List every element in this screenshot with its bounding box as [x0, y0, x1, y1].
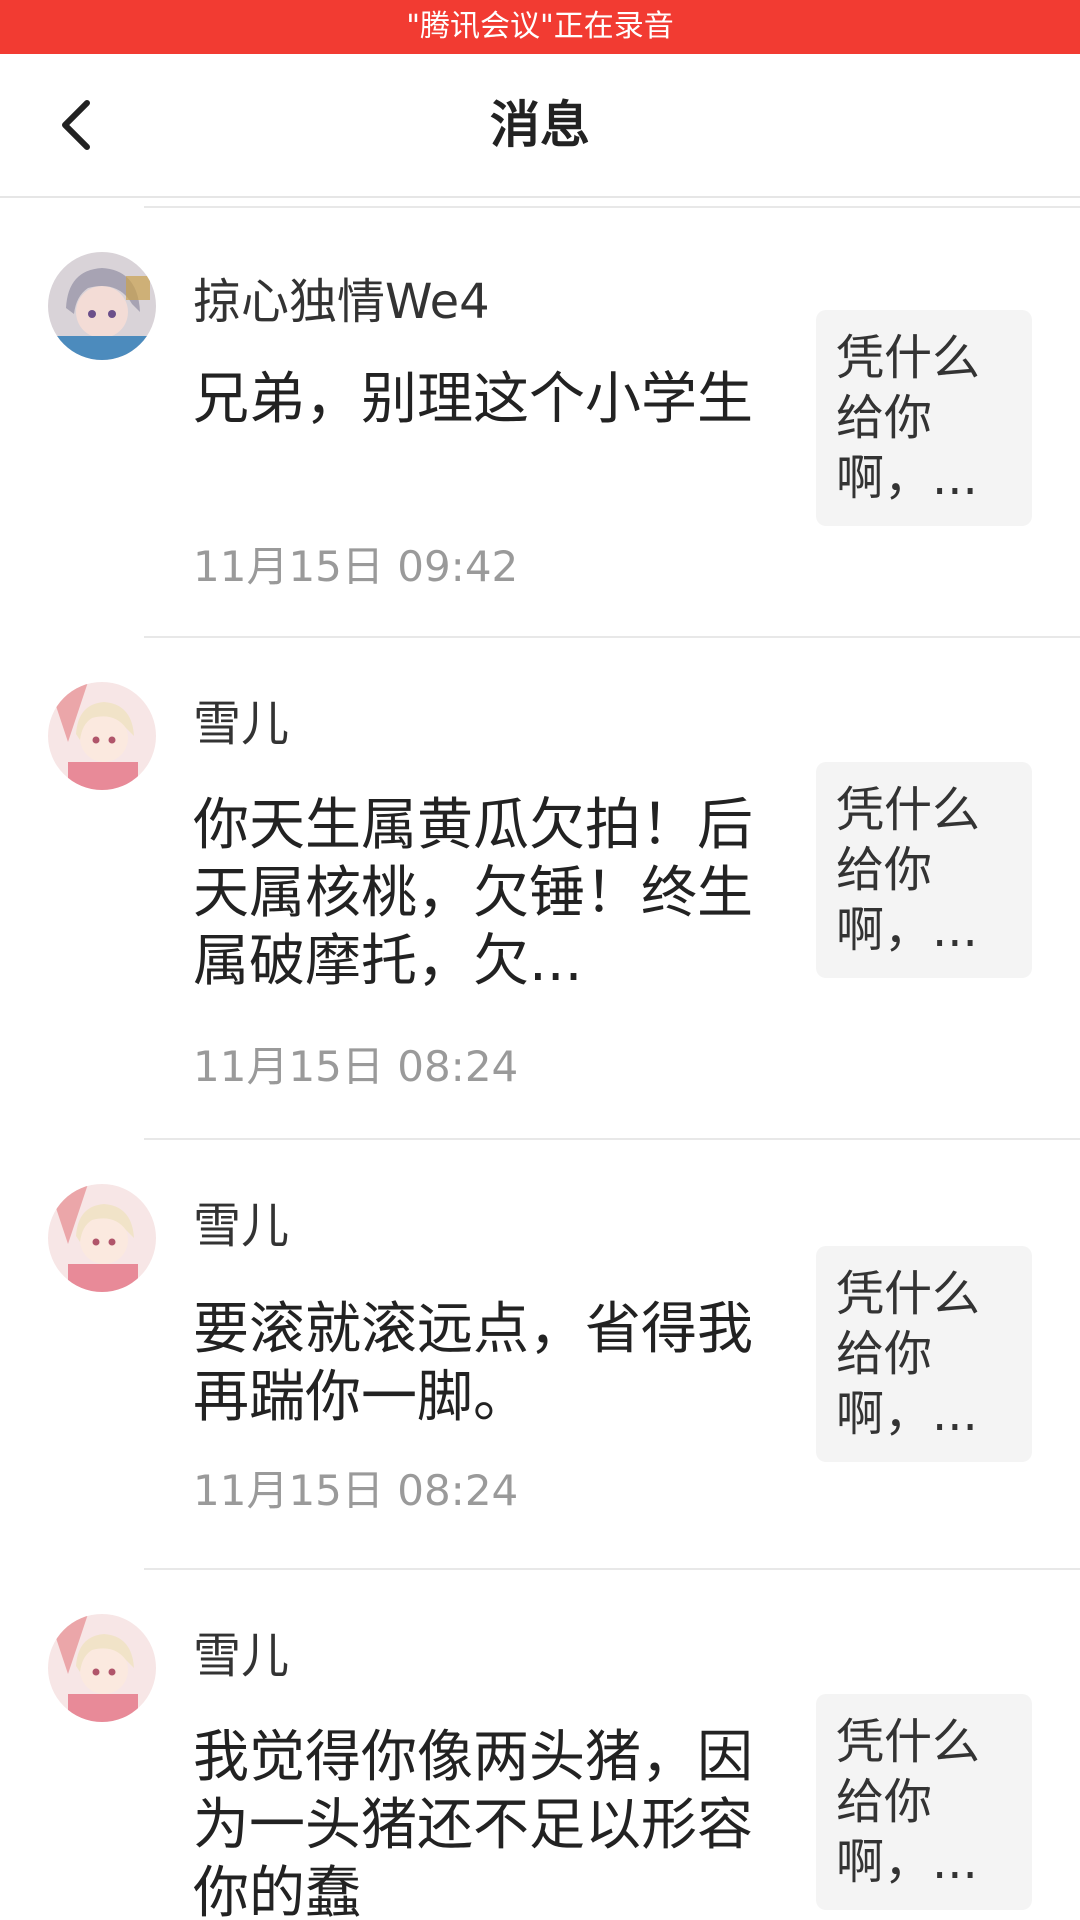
username: 雪儿 [193, 1628, 290, 1684]
reply-preview[interactable]: 凭什么给你啊，... [816, 1694, 1032, 1910]
message-time: 11月15日 08:24 [193, 1042, 519, 1091]
nav-bar: 消息 [0, 54, 1080, 198]
user-avatar[interactable] [48, 1614, 156, 1722]
avatar-image [48, 682, 156, 790]
reply-preview[interactable]: 凭什么给你啊，... [816, 310, 1032, 526]
message-list[interactable]: 掠心独情We4 兄弟，别理这个小学生 11月15日 09:42 凭什么给你啊，.… [0, 196, 1080, 1920]
user-avatar[interactable] [48, 682, 156, 790]
message-time: 11月15日 09:42 [193, 542, 519, 591]
message-text: 要滚就滚远点，省得我再踹你一脚。 [193, 1297, 753, 1430]
page-title: 消息 [490, 96, 590, 154]
message-item[interactable]: 掠心独情We4 兄弟，别理这个小学生 11月15日 09:42 凭什么给你啊，.… [0, 208, 1080, 634]
user-avatar[interactable] [48, 252, 156, 360]
avatar-image [48, 252, 156, 360]
recording-banner[interactable]: "腾讯会议"正在录音 [0, 0, 1080, 54]
message-item[interactable]: 雪儿 我觉得你像两头猪，因为一头猪还不足以形容你的蠢 凭什么给你啊，... [0, 1570, 1080, 1920]
message-text: 你天生属黄瓜欠拍！后天属核桃，欠锤！终生属破摩托，欠... [193, 793, 753, 994]
reply-preview[interactable]: 凭什么给你啊，... [816, 762, 1032, 978]
avatar-image [48, 1184, 156, 1292]
message-item[interactable]: 雪儿 你天生属黄瓜欠拍！后天属核桃，欠锤！终生属破摩托，欠... 11月15日 … [0, 638, 1080, 1138]
username: 雪儿 [193, 1198, 290, 1254]
reply-preview[interactable]: 凭什么给你啊，... [816, 1246, 1032, 1462]
username: 掠心独情We4 [193, 274, 490, 330]
message-item[interactable]: 雪儿 要滚就滚远点，省得我再踹你一脚。 11月15日 08:24 凭什么给你啊，… [0, 1140, 1080, 1568]
message-time: 11月15日 08:24 [193, 1466, 519, 1515]
message-text: 兄弟，别理这个小学生 [193, 367, 753, 432]
username: 雪儿 [193, 696, 290, 752]
user-avatar[interactable] [48, 1184, 156, 1292]
message-text: 我觉得你像两头猪，因为一头猪还不足以形容你的蠢 [193, 1725, 753, 1920]
avatar-image [48, 1614, 156, 1722]
